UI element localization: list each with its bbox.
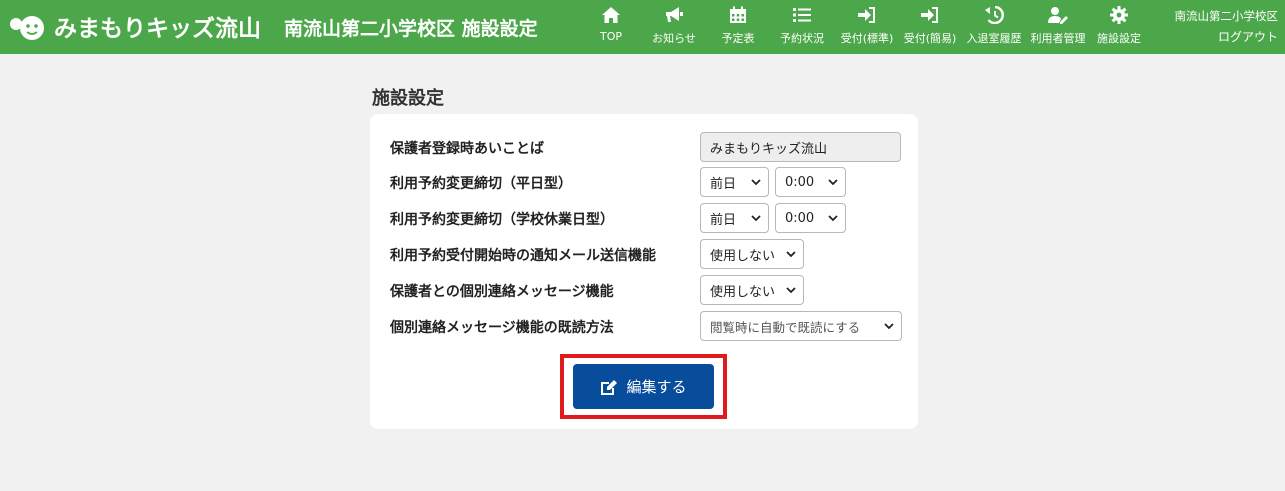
logout-link[interactable]: ログアウト: [1175, 27, 1278, 48]
select-value: 閲覧時に自動で既読にする: [710, 319, 861, 335]
nav-label: 予約状況: [780, 32, 824, 45]
megaphone-icon: [666, 7, 683, 22]
deadline-weekday-day-select[interactable]: 前日: [700, 167, 769, 197]
nav-checkin-standard[interactable]: 受付(標準): [836, 6, 898, 50]
nav-label: 利用者管理: [1030, 32, 1086, 45]
notify-mail-select[interactable]: 使用しない: [700, 239, 804, 269]
setting-row-deadline-weekday: 利用予約変更締切（平日型） 前日 0:00: [390, 167, 910, 197]
chevron-down-icon: [786, 287, 796, 294]
nav-top[interactable]: TOP: [596, 6, 626, 50]
logo-text: みまもりキッズ流山: [54, 16, 261, 42]
user-name: 南流山第二小学校区: [1174, 9, 1279, 23]
setting-row-greeting: 保護者登録時あいことば みまもりキッズ流山: [390, 132, 910, 162]
nav-facility-settings[interactable]: 施設設定: [1090, 6, 1148, 50]
deadline-holiday-day-select[interactable]: 前日: [700, 203, 769, 233]
setting-label: 保護者との個別連絡メッセージ機能: [390, 284, 614, 300]
site-title: 南流山第二小学校区 施設設定: [284, 18, 538, 40]
nav-label: お知らせ: [652, 32, 696, 45]
calendar-icon: [730, 6, 746, 23]
select-value: 使用しない: [710, 284, 776, 300]
message-feature-select[interactable]: 使用しない: [700, 275, 804, 305]
setting-label: 保護者登録時あいことば: [390, 141, 544, 157]
select-value: 前日: [710, 176, 737, 192]
nav-label: 施設設定: [1097, 32, 1141, 45]
select-value: 0:00: [785, 210, 815, 226]
chevron-down-icon: [751, 179, 761, 186]
list-icon: [793, 8, 811, 22]
chevron-down-icon: [786, 251, 796, 258]
read-method-select[interactable]: 閲覧時に自動で既読にする: [700, 311, 902, 341]
nav-schedule[interactable]: 予定表: [716, 6, 760, 50]
home-icon: [602, 7, 620, 23]
user-edit-icon: [1048, 7, 1068, 24]
gear-icon: [1110, 6, 1128, 24]
select-value: 0:00: [785, 174, 815, 190]
setting-row-deadline-holiday: 利用予約変更締切（学校休業日型） 前日 0:00: [390, 203, 910, 233]
sign-in-icon: [921, 7, 938, 23]
setting-row-notify-mail: 利用予約受付開始時の通知メール送信機能 使用しない: [390, 239, 910, 269]
app-logo[interactable]: みまもりキッズ流山: [8, 9, 261, 43]
sign-in-icon: [858, 7, 875, 23]
user-box: 南流山第二小学校区 ログアウト: [1175, 6, 1279, 48]
setting-row-read-method: 個別連絡メッセージ機能の既読方法 閲覧時に自動で既読にする: [390, 311, 910, 341]
nav-reservations[interactable]: 予約状況: [775, 6, 829, 50]
setting-label: 利用予約受付開始時の通知メール送信機能: [390, 248, 656, 264]
nav-user-management[interactable]: 利用者管理: [1026, 6, 1090, 50]
nav-news[interactable]: お知らせ: [646, 6, 702, 50]
edit-icon: [601, 379, 618, 395]
greeting-input[interactable]: みまもりキッズ流山: [700, 132, 901, 162]
page-title: 施設設定: [372, 88, 444, 109]
nav-checkin-simple[interactable]: 受付(簡易): [899, 6, 961, 50]
history-icon: [985, 6, 1004, 24]
chevron-down-icon: [828, 179, 838, 186]
logo-mascot-icon: [8, 10, 50, 42]
nav-label: 受付(標準): [840, 32, 894, 45]
setting-label: 利用予約変更締切（平日型）: [390, 176, 572, 192]
chevron-down-icon: [828, 215, 838, 222]
deadline-holiday-time-select[interactable]: 0:00: [775, 203, 846, 233]
chevron-down-icon: [884, 323, 894, 330]
nav-label: 入退室履歴: [966, 32, 1022, 45]
edit-button[interactable]: 編集する: [573, 364, 714, 409]
edit-button-label: 編集する: [626, 378, 687, 396]
select-value: 前日: [710, 212, 737, 228]
deadline-weekday-time-select[interactable]: 0:00: [775, 167, 846, 197]
nav-history[interactable]: 入退室履歴: [963, 6, 1025, 50]
nav-label: TOP: [599, 30, 622, 43]
setting-row-message: 保護者との個別連絡メッセージ機能 使用しない: [390, 275, 910, 305]
setting-label: 個別連絡メッセージ機能の既読方法: [390, 320, 614, 336]
chevron-down-icon: [751, 215, 761, 222]
setting-label: 利用予約変更締切（学校休業日型）: [390, 212, 614, 228]
nav-label: 予定表: [721, 32, 755, 45]
top-navbar: みまもりキッズ流山 南流山第二小学校区 施設設定 TOP お知らせ 予定表 予約…: [0, 0, 1285, 54]
nav-label: 受付(簡易): [903, 32, 957, 45]
select-value: 使用しない: [710, 248, 776, 264]
